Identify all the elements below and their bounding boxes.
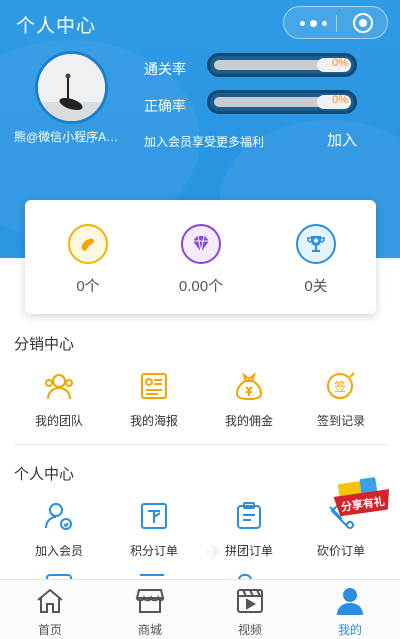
navbar: 个人中心 xyxy=(0,0,400,46)
tab-bar: 首页 商城 视频 我的 xyxy=(0,579,400,639)
personal-center-title: 个人中心 xyxy=(14,466,75,483)
tab-home-label: 首页 xyxy=(37,623,62,637)
username: 熊@微信小程序A… xyxy=(14,130,119,144)
tab-home[interactable]: 首页 xyxy=(0,580,100,639)
points-order-button[interactable]: 积分订单 xyxy=(109,498,199,559)
bean-icon xyxy=(68,224,108,264)
money-bag-icon xyxy=(231,368,267,404)
accuracy-value: 0% xyxy=(332,94,348,106)
capsule-divider xyxy=(336,15,337,32)
accuracy-label: 正确率 xyxy=(144,98,186,114)
sign-in-record-label: 签到记录 xyxy=(316,414,365,428)
watermark: ✈ xyxy=(205,540,226,565)
close-miniprogram-icon[interactable] xyxy=(353,13,373,33)
accuracy-bar: 0% xyxy=(207,90,357,114)
user-icon xyxy=(334,585,366,617)
more-icon[interactable] xyxy=(300,13,334,33)
tab-shop-label: 商城 xyxy=(137,623,162,637)
tab-mine-label: 我的 xyxy=(337,623,362,637)
my-commission-button[interactable]: 我的佣金 xyxy=(204,368,294,429)
levels-value: 0关 xyxy=(304,278,328,295)
section-divider xyxy=(14,444,388,445)
join-vip-link[interactable]: 加入 xyxy=(327,129,357,150)
team-icon xyxy=(41,368,77,404)
sign-in-record-button[interactable]: 签 签到记录 xyxy=(296,368,386,429)
summary-card: 0个 0.00个 0关 xyxy=(25,200,376,314)
poster-icon xyxy=(136,368,172,404)
beans-value: 0个 xyxy=(76,278,100,295)
points-order-label: 积分订单 xyxy=(129,544,178,558)
pass-rate-value: 0% xyxy=(332,57,348,69)
vip-tip: 加入会员享受更多福利 xyxy=(144,135,265,149)
group-order-icon xyxy=(231,498,267,534)
diamond-icon xyxy=(181,224,221,264)
beans-stat[interactable]: 0个 xyxy=(43,224,133,296)
my-team-button[interactable]: 我的团队 xyxy=(14,368,104,429)
diamonds-value: 0.00个 xyxy=(178,278,224,295)
tab-video-label: 视频 xyxy=(237,623,262,637)
svg-text:签: 签 xyxy=(334,379,346,394)
my-commission-label: 我的佣金 xyxy=(224,414,273,428)
my-poster-label: 我的海报 xyxy=(129,414,178,428)
my-team-label: 我的团队 xyxy=(34,414,83,428)
home-icon xyxy=(34,585,66,617)
trophy-icon xyxy=(296,224,336,264)
distribution-title: 分销中心 xyxy=(14,336,75,353)
video-icon xyxy=(234,585,266,617)
sign-in-icon: 签 xyxy=(323,368,359,404)
my-poster-button[interactable]: 我的海报 xyxy=(109,368,199,429)
diamonds-stat[interactable]: 0.00个 xyxy=(156,224,246,296)
bargain-order-label: 砍价订单 xyxy=(316,544,365,558)
miniprogram-capsule xyxy=(283,6,388,39)
shop-icon xyxy=(134,585,166,617)
join-member-label: 加入会员 xyxy=(34,544,83,558)
tab-mine[interactable]: 我的 xyxy=(300,580,400,639)
join-member-button[interactable]: 加入会员 xyxy=(14,498,104,559)
pass-rate-bar: 0% xyxy=(207,53,357,77)
tab-video[interactable]: 视频 xyxy=(200,580,300,639)
tab-shop[interactable]: 商城 xyxy=(100,580,200,639)
points-order-icon xyxy=(136,498,172,534)
pass-rate-label: 通关率 xyxy=(144,61,186,77)
page-title: 个人中心 xyxy=(16,16,97,37)
member-icon xyxy=(41,498,77,534)
avatar[interactable] xyxy=(35,51,108,124)
levels-stat[interactable]: 0关 xyxy=(271,224,361,296)
